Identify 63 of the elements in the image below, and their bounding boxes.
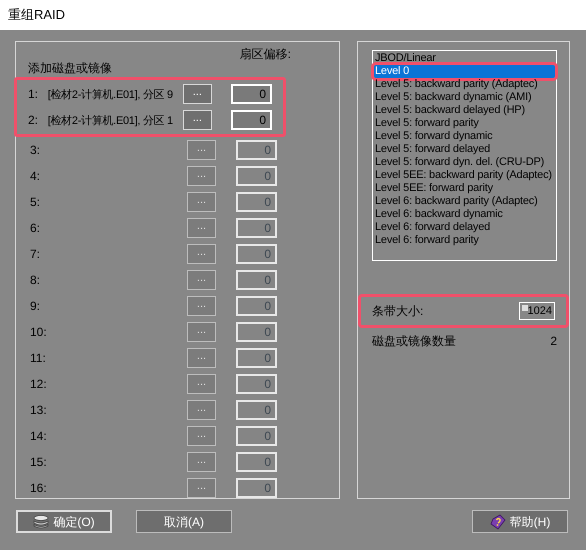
raid-level-item[interactable]: JBOD/Linear xyxy=(374,52,555,65)
disk-index: 14: xyxy=(30,428,48,445)
disk-index: 16: xyxy=(30,480,48,497)
raid-level-item[interactable]: Level 5: backward parity (Adaptec) xyxy=(374,78,555,91)
disk-index: 12: xyxy=(30,376,48,393)
disk-index: 5: xyxy=(30,194,42,211)
stripe-size-label: 条带大小: xyxy=(372,303,424,320)
stripe-size-field[interactable]: 1024 xyxy=(519,302,555,320)
offset-field[interactable]: 0 xyxy=(231,84,272,104)
offset-field[interactable]: 0 xyxy=(236,244,277,264)
disk-index: 3: xyxy=(30,142,42,159)
raid-level-item[interactable]: Level 5: forward parity xyxy=(374,117,555,130)
disk-source: [检材2-计算机.E01], 分区 1 xyxy=(48,115,173,127)
disks-heading: 添加磁盘或镜像 xyxy=(28,60,112,77)
raid-level-item[interactable]: Level 5: forward dynamic xyxy=(374,130,555,143)
disk-index: 1: xyxy=(28,86,40,103)
browse-button[interactable]: ... xyxy=(183,110,212,130)
disk-index: 7: xyxy=(30,246,42,263)
disk-index: 4: xyxy=(30,168,42,185)
raid-level-item[interactable]: Level 5: backward delayed (HP) xyxy=(374,104,555,117)
raid-level-item[interactable]: Level 6: forward parity xyxy=(374,234,555,247)
disk-index: 10: xyxy=(30,324,48,341)
offset-field[interactable]: 0 xyxy=(236,322,277,342)
disk-index: 15: xyxy=(30,454,48,471)
offset-field[interactable]: 0 xyxy=(236,166,277,186)
offset-field[interactable]: 0 xyxy=(236,478,277,498)
raid-level-item[interactable]: Level 6: forward delayed xyxy=(374,221,555,234)
offset-field[interactable]: 0 xyxy=(236,192,277,212)
raid-level-item[interactable]: Level 5: forward dyn. del. (CRU-DP) xyxy=(374,156,555,169)
raid-level-item[interactable]: Level 5EE: backward parity (Adaptec) xyxy=(374,169,555,182)
disk-index: 6: xyxy=(30,220,42,237)
disk-index: 9: xyxy=(30,298,42,315)
raid-level-item[interactable]: Level 6: backward parity (Adaptec) xyxy=(374,195,555,208)
disk-stack-icon xyxy=(33,514,50,528)
raid-level-item[interactable]: Level 0 xyxy=(374,65,555,78)
disk-index: 11: xyxy=(30,350,47,367)
offset-field[interactable]: 0 xyxy=(236,296,277,316)
offset-field[interactable]: 0 xyxy=(236,452,277,472)
raid-level-item[interactable]: Level 5EE: forward parity xyxy=(374,182,555,195)
help-book-icon xyxy=(490,514,506,530)
offset-field[interactable]: 0 xyxy=(236,218,277,238)
disk-index: 8: xyxy=(30,272,42,289)
offset-field[interactable]: 0 xyxy=(231,110,272,130)
cancel-button[interactable]: 取消(A) xyxy=(136,510,232,533)
offset-field[interactable]: 0 xyxy=(236,140,277,160)
disk-source: [检材2-计算机.E01], 分区 9 xyxy=(48,89,173,101)
offset-heading: 扇区偏移: xyxy=(240,46,291,63)
help-button[interactable]: 帮助(H) xyxy=(472,510,568,533)
disk-index: 13: xyxy=(30,402,48,419)
ok-button[interactable]: 确定(O) xyxy=(16,510,112,533)
offset-field[interactable]: 0 xyxy=(236,374,277,394)
offset-field[interactable]: 0 xyxy=(236,400,277,420)
browse-button[interactable]: ... xyxy=(183,84,212,104)
disk-count-value: 2 xyxy=(550,333,557,350)
raid-level-item[interactable]: Level 5: forward delayed xyxy=(374,143,555,156)
offset-field[interactable]: 0 xyxy=(236,270,277,290)
raid-level-item[interactable]: Level 6: backward dynamic xyxy=(374,208,555,221)
disk-index: 2: xyxy=(28,112,40,129)
offset-field[interactable]: 0 xyxy=(236,348,277,368)
offset-field[interactable]: 0 xyxy=(236,426,277,446)
window-title: 重组RAID xyxy=(8,6,66,24)
raid-level-item[interactable]: Level 5: backward dynamic (AMI) xyxy=(374,91,555,104)
disk-count-label: 磁盘或镜像数量 xyxy=(372,333,456,350)
